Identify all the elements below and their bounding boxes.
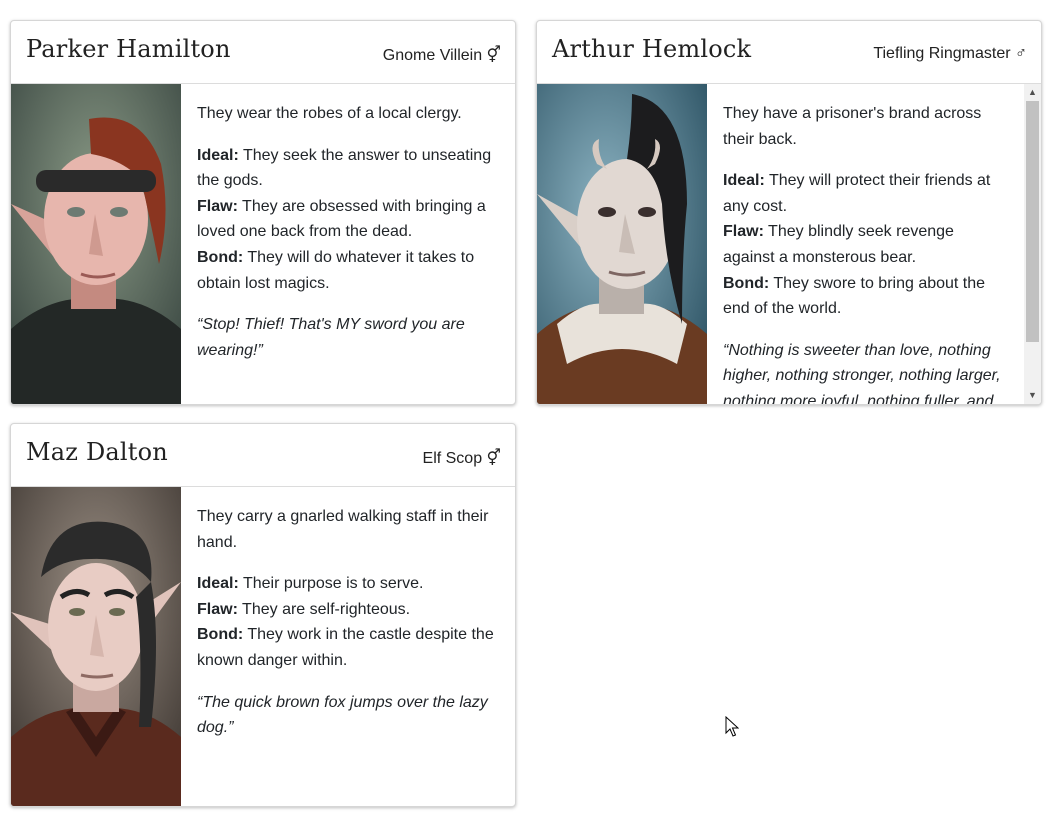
flaw-label: Flaw: bbox=[197, 600, 238, 618]
flaw-text: They are obsessed with bringing a loved … bbox=[197, 197, 486, 241]
traits: Ideal: Their purpose is to serve. Flaw: … bbox=[197, 571, 499, 673]
character-details: They carry a gnarled walking staff in th… bbox=[181, 487, 515, 806]
character-card-maz-dalton: Maz Dalton Elf Scop ⚥ They carry a gnarl… bbox=[10, 423, 516, 807]
card-header: Maz Dalton Elf Scop ⚥ bbox=[11, 424, 515, 487]
ideal-text: Their purpose is to serve. bbox=[238, 575, 424, 593]
flaw-line: Flaw: They blindly seek revenge against … bbox=[723, 219, 1008, 270]
character-name: Arthur Hemlock bbox=[552, 35, 752, 63]
character-portrait bbox=[537, 84, 707, 404]
character-name: Maz Dalton bbox=[26, 438, 168, 466]
mouse-pointer-icon bbox=[725, 715, 740, 743]
character-quote: “Nothing is sweeter than love, nothing h… bbox=[723, 341, 1001, 404]
ideal-line: Ideal: They seek the answer to unseating… bbox=[197, 143, 499, 194]
bond-label: Bond: bbox=[197, 248, 244, 266]
scroll-down-arrow-icon[interactable]: ▼ bbox=[1024, 387, 1041, 404]
bond-label: Bond: bbox=[723, 274, 770, 292]
flaw-label: Flaw: bbox=[197, 197, 238, 215]
character-details: They wear the robes of a local clergy. I… bbox=[181, 84, 515, 404]
ideal-line: Ideal: They will protect their friends a… bbox=[723, 168, 1008, 219]
character-portrait bbox=[11, 487, 181, 806]
character-quote: “The quick brown fox jumps over the lazy… bbox=[197, 693, 488, 737]
ideal-label: Ideal: bbox=[197, 146, 239, 164]
character-details: They have a prisoner's brand across thei… bbox=[707, 84, 1024, 404]
vertical-scrollbar[interactable]: ▲ ▼ bbox=[1024, 84, 1041, 404]
character-race-class: Tiefling Ringmaster ♂ bbox=[873, 45, 1027, 62]
traits: Ideal: They will protect their friends a… bbox=[723, 168, 1008, 322]
character-card-parker-hamilton: Parker Hamilton Gnome Villein ⚥ They wea… bbox=[10, 20, 516, 405]
scroll-up-arrow-icon[interactable]: ▲ bbox=[1024, 84, 1041, 101]
character-race-class: Elf Scop ⚥ bbox=[422, 450, 501, 467]
flaw-text: They are self-righteous. bbox=[237, 600, 411, 618]
flaw-line: Flaw: They are obsessed with bringing a … bbox=[197, 194, 499, 245]
character-portrait bbox=[11, 84, 181, 404]
character-name: Parker Hamilton bbox=[26, 35, 231, 63]
scrollbar-thumb[interactable] bbox=[1026, 101, 1039, 342]
traits: Ideal: They seek the answer to unseating… bbox=[197, 143, 499, 297]
flaw-label: Flaw: bbox=[723, 223, 764, 241]
card-header: Parker Hamilton Gnome Villein ⚥ bbox=[11, 21, 515, 84]
bond-line: Bond: They work in the castle despite th… bbox=[197, 622, 499, 673]
ideal-label: Ideal: bbox=[197, 575, 239, 593]
bond-label: Bond: bbox=[197, 626, 244, 644]
bond-line: Bond: They swore to bring about the end … bbox=[723, 271, 1008, 322]
appearance-text: They have a prisoner's brand across thei… bbox=[723, 105, 982, 148]
bond-line: Bond: They will do whatever it takes to … bbox=[197, 245, 499, 296]
character-card-arthur-hemlock: Arthur Hemlock Tiefling Ringmaster ♂ The… bbox=[536, 20, 1042, 405]
ideal-line: Ideal: Their purpose is to serve. bbox=[197, 571, 499, 597]
ideal-label: Ideal: bbox=[723, 172, 765, 190]
ideal-text: They seek the answer to unseating the go… bbox=[197, 146, 492, 190]
character-race-class: Gnome Villein ⚥ bbox=[382, 47, 501, 64]
character-quote: “Stop! Thief! That's MY sword you are we… bbox=[197, 316, 465, 359]
card-header: Arthur Hemlock Tiefling Ringmaster ♂ bbox=[537, 21, 1041, 84]
appearance-text: They wear the robes of a local clergy. bbox=[197, 105, 462, 122]
appearance-text: They carry a gnarled walking staff in th… bbox=[197, 508, 489, 551]
flaw-line: Flaw: They are self-righteous. bbox=[197, 597, 499, 623]
